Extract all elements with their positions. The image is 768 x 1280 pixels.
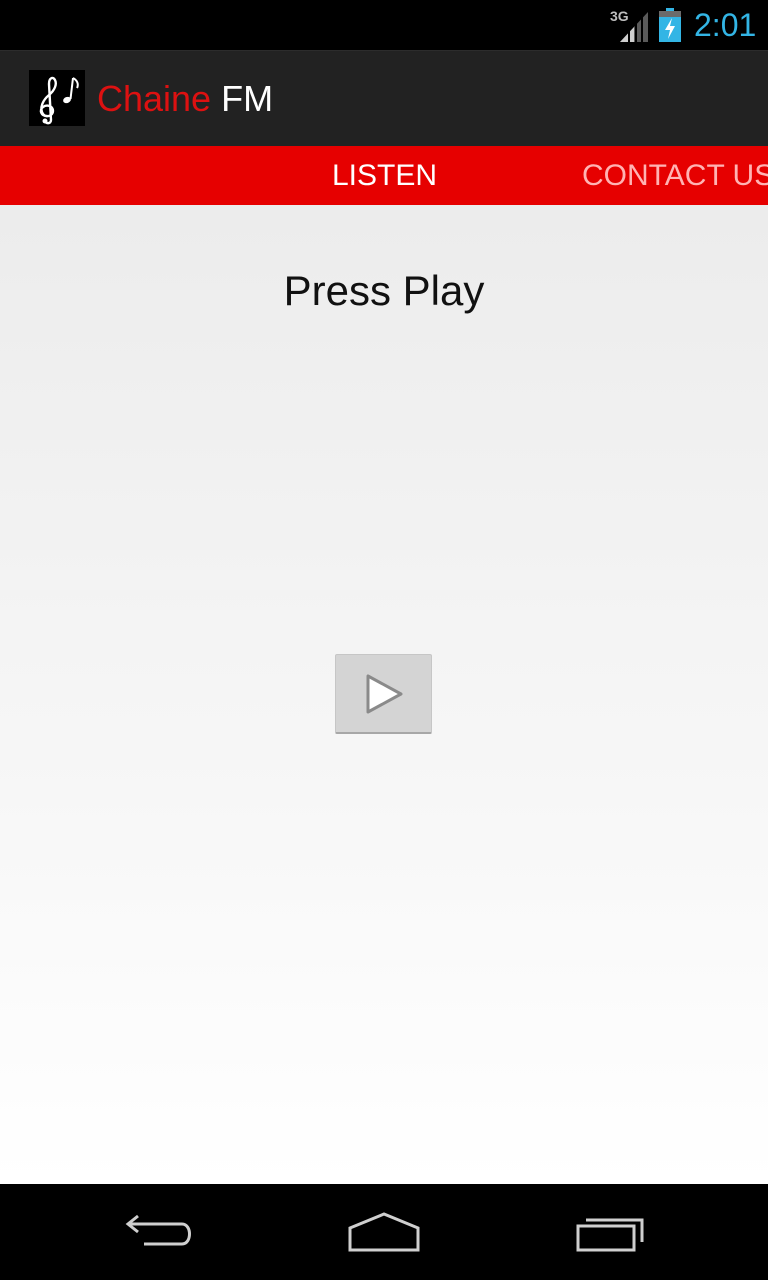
signal-icon: 3G	[610, 8, 650, 42]
listen-content: Press Play	[0, 205, 768, 1184]
navigation-bar	[0, 1184, 768, 1280]
tab-listen[interactable]: LISTEN	[332, 146, 437, 205]
battery-charging-icon	[658, 8, 682, 42]
screen: 3G 2:01 Chaine FM LISTEN CONTACT US Pres…	[0, 0, 768, 1280]
app-title-part1: Chaine	[97, 78, 212, 119]
press-play-heading: Press Play	[283, 267, 485, 314]
status-clock: 2:01	[694, 7, 757, 43]
app-title: Chaine FM	[97, 79, 273, 119]
back-icon[interactable]	[120, 1206, 200, 1258]
action-bar: Chaine FM	[0, 50, 768, 146]
app-title-part2: FM	[221, 78, 274, 119]
play-button[interactable]	[335, 654, 432, 734]
recent-apps-icon[interactable]	[570, 1206, 650, 1258]
tab-contact-us[interactable]: CONTACT US	[582, 146, 768, 205]
status-bar: 3G 2:01	[0, 0, 768, 50]
tab-bar: LISTEN CONTACT US	[0, 146, 768, 205]
home-icon[interactable]	[344, 1206, 424, 1258]
network-type-label: 3G	[610, 8, 629, 24]
music-notes-icon[interactable]	[29, 70, 85, 126]
play-icon	[366, 674, 403, 714]
